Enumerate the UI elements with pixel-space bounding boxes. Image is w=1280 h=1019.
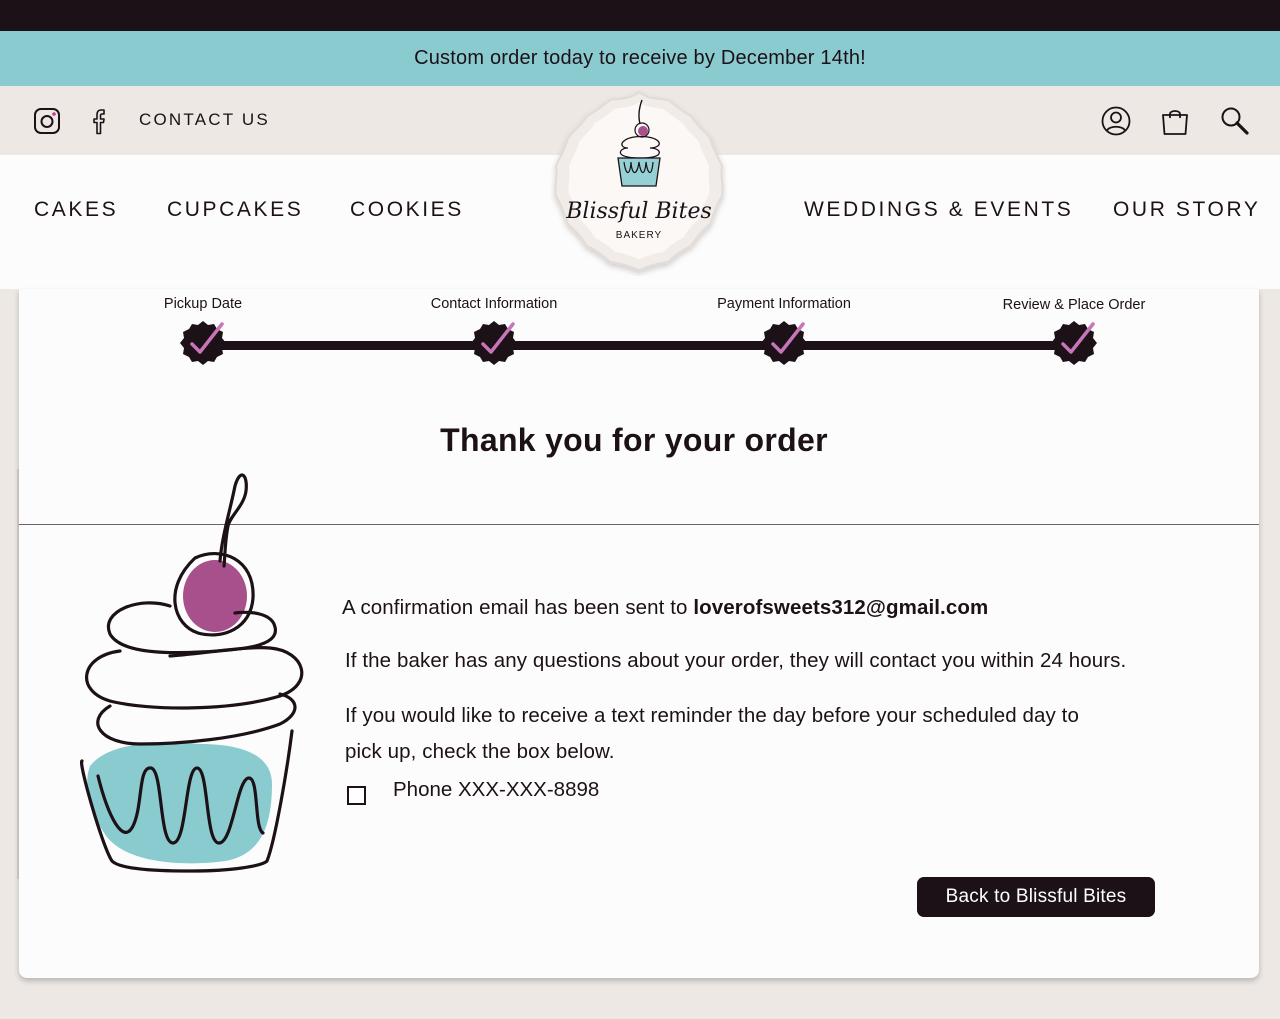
nav-our-story[interactable]: OUR STORY — [1113, 198, 1260, 222]
confirmation-email-prefix: A confirmation email has been sent to — [342, 596, 688, 619]
confirmation-email-address: loverofsweets312@gmail.com — [693, 596, 989, 619]
nav-cakes[interactable]: CAKES — [34, 198, 118, 222]
reminder-text-line1: If you would like to receive a text remi… — [345, 704, 1079, 727]
account-icon[interactable] — [1099, 104, 1133, 138]
logo-subtitle: BAKERY — [616, 230, 662, 241]
nav-cupcakes[interactable]: CUPCAKES — [167, 198, 303, 222]
facebook-icon[interactable] — [83, 104, 117, 138]
step-label-payment-information: Payment Information — [717, 296, 851, 312]
brand-logo[interactable]: Blissful Bites BAKERY — [546, 86, 732, 276]
text-reminder-checkbox[interactable] — [347, 786, 366, 805]
contact-us-link[interactable]: CONTACT US — [139, 110, 270, 130]
back-to-home-button[interactable]: Back to Blissful Bites — [917, 877, 1155, 917]
search-icon[interactable] — [1218, 104, 1252, 138]
progress-track — [203, 341, 1075, 350]
nav-cookies[interactable]: COOKIES — [350, 198, 464, 222]
instagram-icon[interactable] — [30, 104, 64, 138]
top-black-bar — [0, 0, 1280, 31]
step-complete-icon[interactable] — [469, 318, 519, 368]
confirmation-email-line: A confirmation email has been sent to lo… — [342, 590, 988, 626]
step-complete-icon[interactable] — [1049, 318, 1099, 368]
back-button-label: Back to Blissful Bites — [945, 886, 1127, 907]
baker-questions-text: If the baker has any questions about you… — [345, 649, 1127, 672]
step-complete-icon[interactable] — [759, 318, 809, 368]
logo-wordmark: Blissful Bites — [565, 199, 712, 224]
announcement-banner: Custom order today to receive by Decembe… — [0, 31, 1280, 86]
page-title: Thank you for your order — [440, 422, 828, 458]
step-label-contact-information: Contact Information — [430, 296, 558, 312]
step-label-review-place-order: Review & Place Order — [1002, 297, 1146, 313]
step-label-pickup-date: Pickup Date — [163, 296, 243, 312]
announcement-text: Custom order today to receive by Decembe… — [414, 47, 866, 69]
nav-weddings-events[interactable]: WEDDINGS & EVENTS — [804, 198, 1073, 222]
reminder-text-line2: pick up, check the box below. — [345, 740, 615, 763]
step-complete-icon[interactable] — [178, 318, 228, 368]
phone-label: Phone XXX-XXX-8898 — [393, 778, 600, 801]
edge-shadow — [17, 469, 19, 879]
cupcake-illustration — [79, 473, 304, 873]
shopping-bag-icon[interactable] — [1158, 104, 1192, 138]
